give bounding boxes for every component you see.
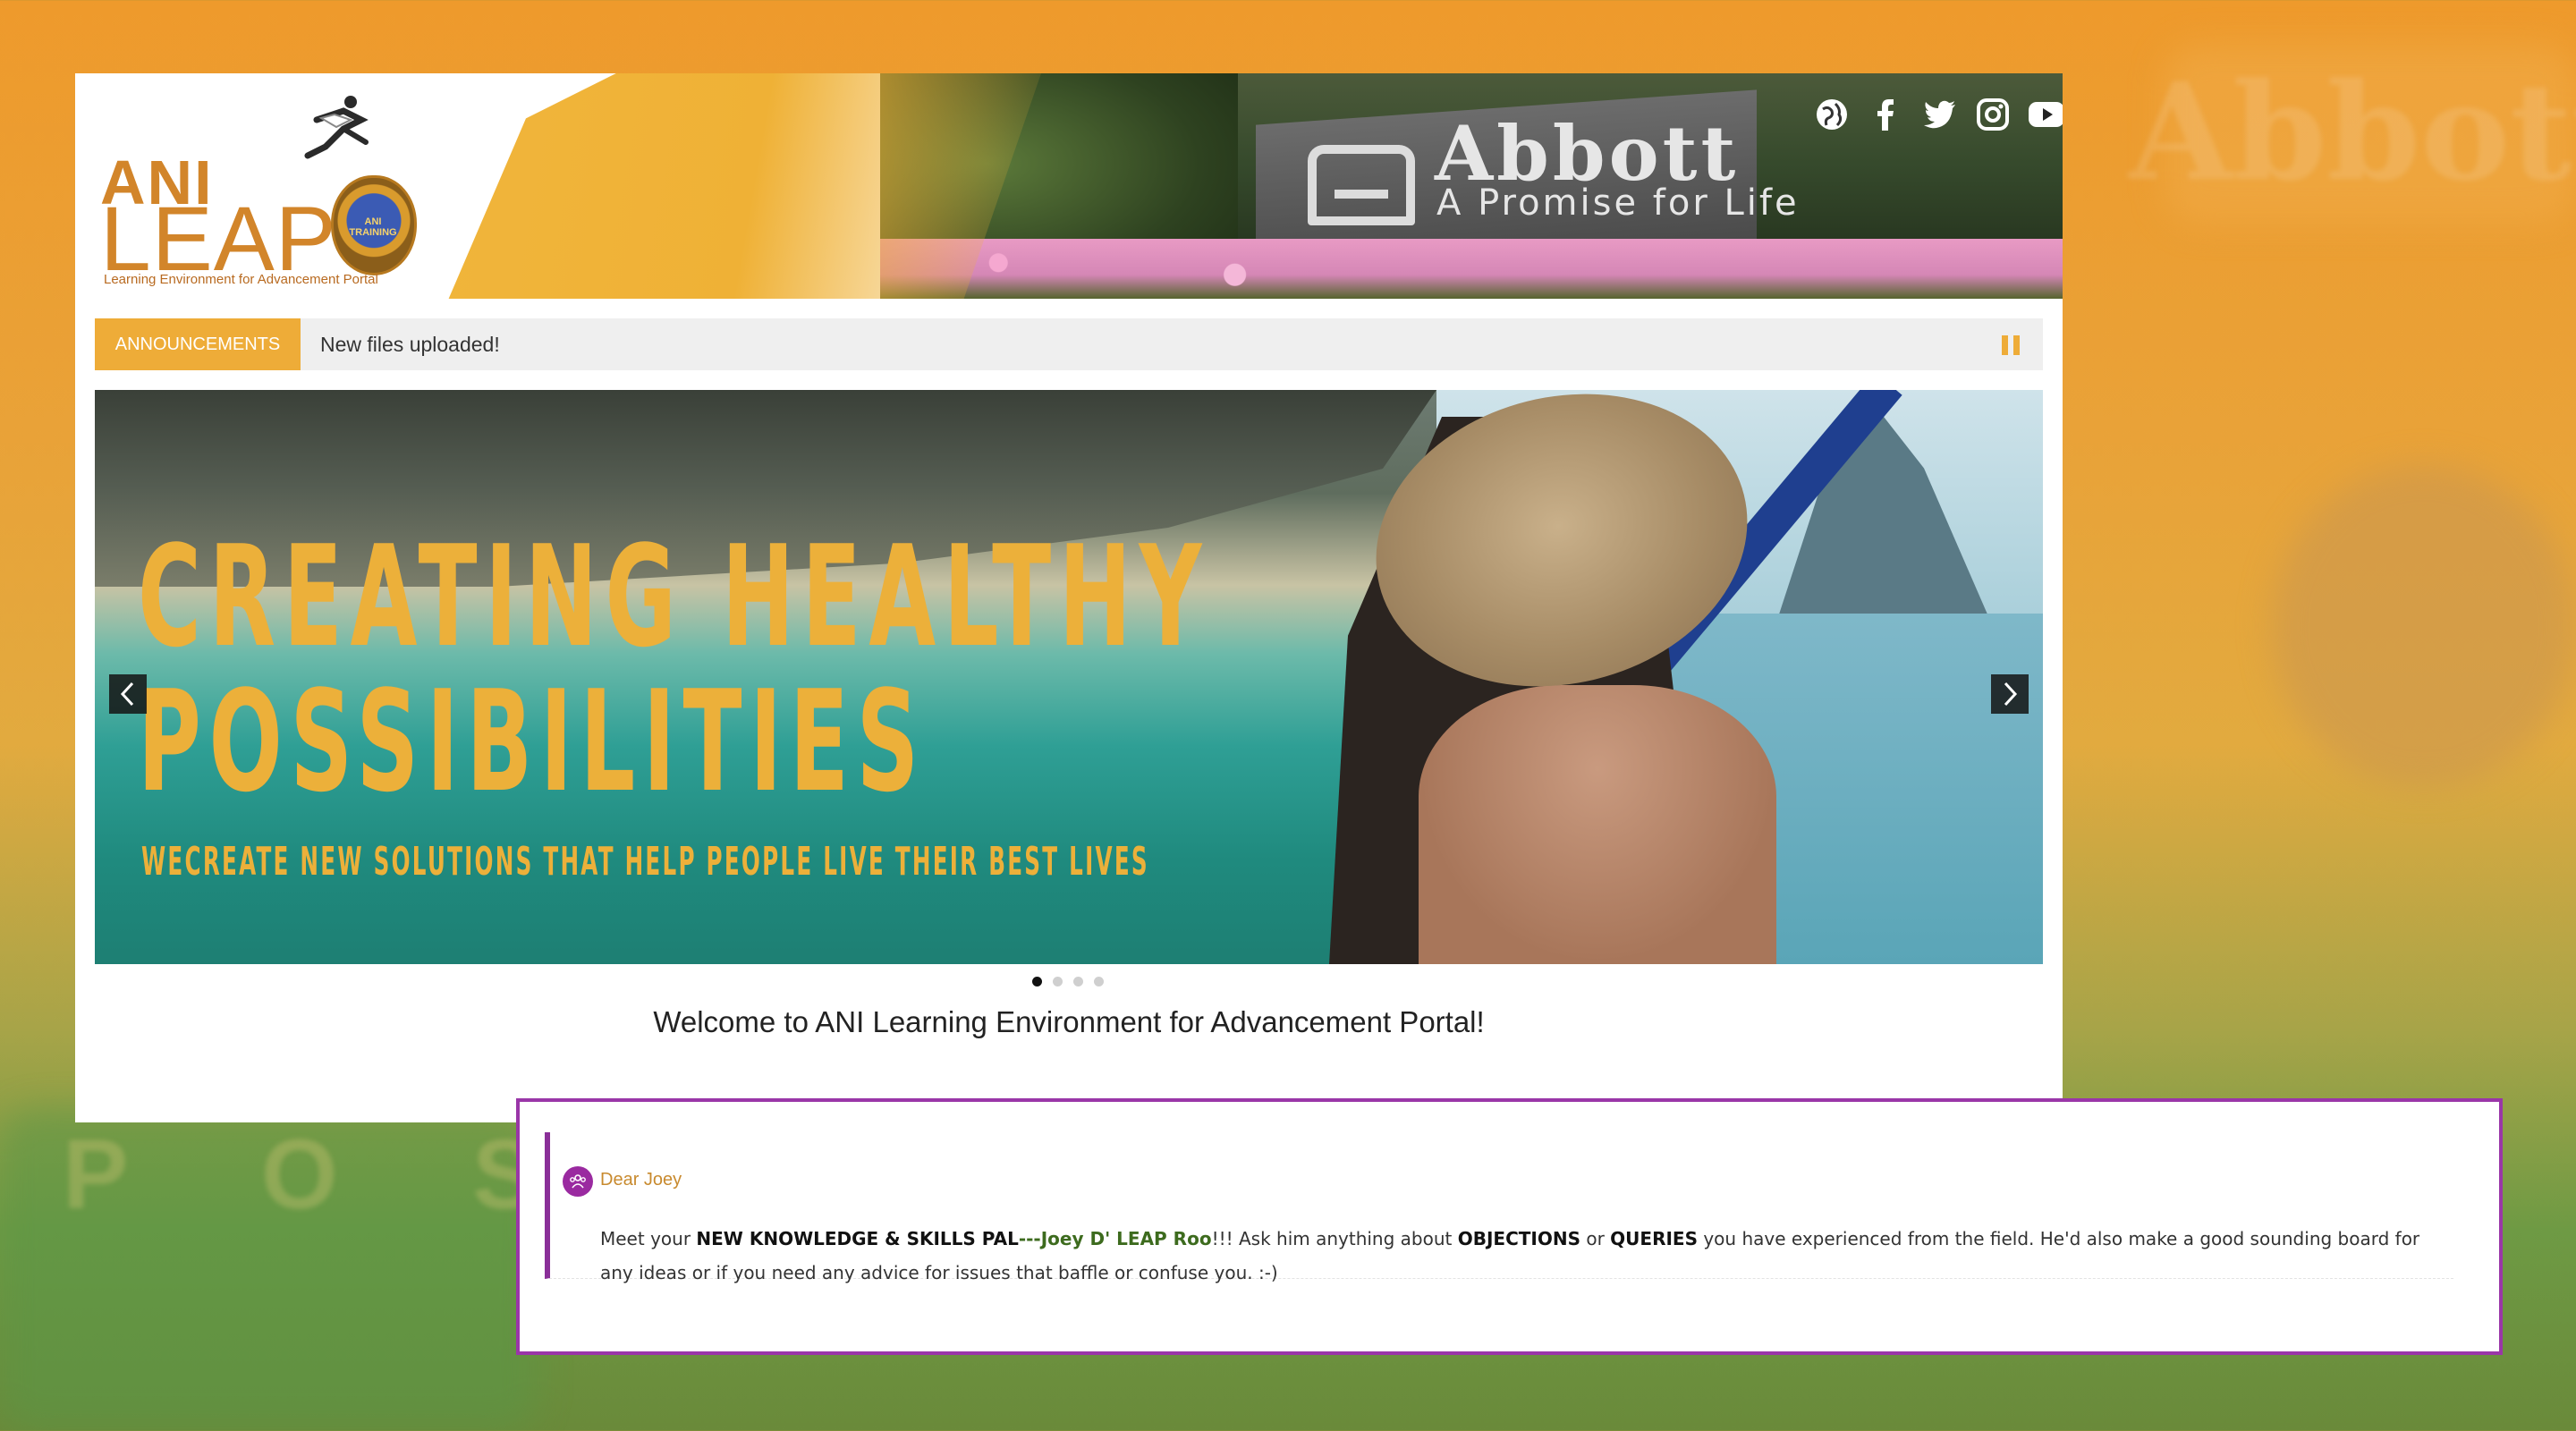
youtube-icon[interactable] <box>2027 95 2063 134</box>
slider-dot[interactable] <box>1073 977 1083 986</box>
post-highlight-text: --- <box>1018 1228 1041 1249</box>
site-header: Abbott A Promise for Life ANI LEAP ANI T… <box>75 73 2063 299</box>
post-text: !!! Ask him anything about <box>1211 1228 1458 1249</box>
globe-icon[interactable] <box>1812 95 1852 134</box>
pause-button[interactable] <box>2002 335 2020 355</box>
slider-next-button[interactable] <box>1991 674 2029 714</box>
pause-icon-bar <box>2002 335 2008 355</box>
post-title-link[interactable]: Dear Joey <box>600 1170 682 1190</box>
logo-leap-text: LEAP <box>100 188 337 290</box>
facebook-icon[interactable] <box>1866 95 1905 134</box>
announcement-label: ANNOUNCEMENTS <box>95 318 301 370</box>
announcement-text[interactable]: New files uploaded! <box>320 333 500 357</box>
banner-tagline: A Promise for Life <box>1436 182 1800 224</box>
slide-title: CREATING HEALTHY POSSIBILITIES <box>138 524 1209 814</box>
post-text: or <box>1580 1228 1611 1249</box>
announcement-bar: ANNOUNCEMENTS New files uploaded! <box>95 318 2043 370</box>
twitter-icon[interactable] <box>1919 95 1959 134</box>
slider-prev-button[interactable] <box>109 674 147 714</box>
bg-watermark-brand: Abbott <box>2129 54 2576 211</box>
welcome-heading: Welcome to ANI Learning Environment for … <box>653 1005 1485 1038</box>
forum-post: Dear Joey Meet your NEW KNOWLEDGE & SKIL… <box>545 1132 2453 1283</box>
slider-dot[interactable] <box>1032 977 1042 986</box>
group-avatar-icon <box>563 1166 593 1197</box>
slide-title-line1: CREATING HEALTHY <box>138 515 1210 678</box>
banner-flowers <box>880 239 2063 299</box>
post-bold-text: QUERIES <box>1610 1228 1698 1249</box>
banner-paint-stroke <box>448 73 1041 299</box>
pause-icon-bar <box>2013 335 2020 355</box>
runner-icon <box>304 96 369 159</box>
slider-dot[interactable] <box>1053 977 1063 986</box>
site-logo[interactable]: ANI LEAP ANI TRAINING Learning Environme… <box>93 82 469 292</box>
post-bold-text: NEW KNOWLEDGE & SKILLS PAL <box>696 1228 1019 1249</box>
post-highlight-text: Joey D' LEAP Roo <box>1040 1228 1212 1249</box>
hero-slider[interactable]: CREATING HEALTHY POSSIBILITIES WECREATE … <box>95 390 2043 964</box>
slider-dot[interactable] <box>1094 977 1104 986</box>
post-body: Meet your NEW KNOWLEDGE & SKILLS PAL---J… <box>600 1222 2443 1290</box>
post-bold-text: OBJECTIONS <box>1457 1228 1580 1249</box>
slide-title-line2: POSSIBILITIES <box>138 660 927 823</box>
post-text: Meet your <box>600 1228 697 1249</box>
logo-badge-text: ANI TRAINING <box>349 216 397 238</box>
instagram-icon[interactable] <box>1973 95 2012 134</box>
chevron-left-icon <box>120 682 134 707</box>
logo-subtitle: Learning Environment for Advancement Por… <box>104 272 378 287</box>
social-links <box>1812 95 2063 134</box>
abbott-logo-icon <box>1308 145 1415 225</box>
forum-post-card: Dear Joey Meet your NEW KNOWLEDGE & SKIL… <box>516 1098 2503 1355</box>
slide-subtitle: WECREATE NEW SOLUTIONS THAT HELP PEOPLE … <box>141 839 1149 885</box>
slider-dots <box>1032 977 1104 986</box>
chevron-right-icon <box>2004 682 2018 707</box>
bg-blur-hat <box>2272 465 2576 787</box>
slide-person-back <box>1419 685 1776 964</box>
portal-window: Abbott A Promise for Life ANI LEAP ANI T… <box>75 73 2063 1122</box>
